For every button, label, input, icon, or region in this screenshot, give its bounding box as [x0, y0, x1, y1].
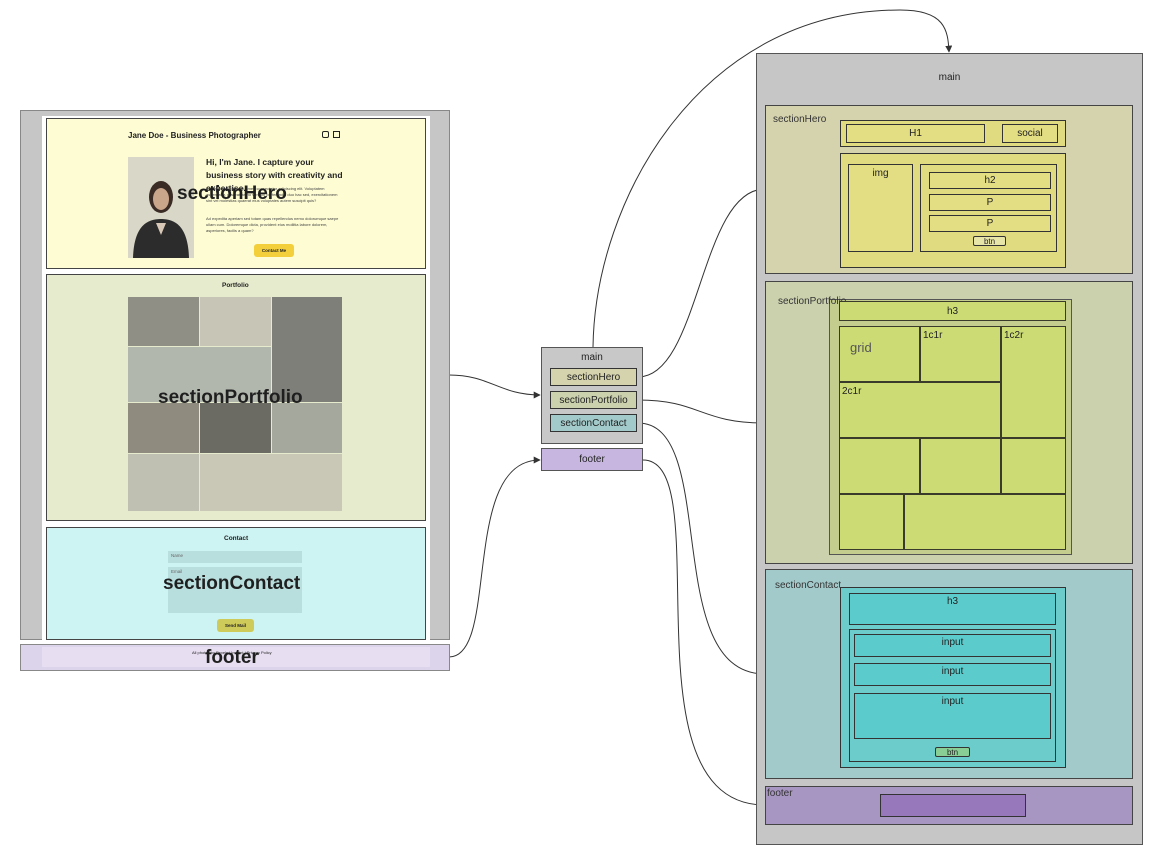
contact-me-button[interactable]: Contact Me — [254, 244, 294, 257]
portfolio-photo — [128, 454, 199, 511]
contact-heading: Contact — [224, 535, 249, 542]
grid-cell-label: 1c1r — [923, 330, 943, 341]
portfolio-photo — [200, 403, 271, 453]
contact-btn-box: btn — [935, 747, 970, 757]
contact-overlay-label: sectionContact — [163, 573, 301, 594]
arrow-footer-to-right-footer — [642, 459, 766, 809]
grid-cell-1c2r: 1c2r — [1001, 326, 1066, 438]
hero-img-label: img — [872, 168, 889, 179]
grid-cell-1c1r: 1c1r — [920, 326, 1001, 382]
portfolio-h3-box: h3 — [839, 301, 1066, 321]
hero-p1-box: P — [929, 194, 1051, 211]
hero-overlay-label: sectionHero — [177, 183, 287, 204]
grid-label: grid — [850, 340, 872, 355]
grid-cell — [839, 438, 920, 494]
portfolio-overlay-label: sectionPortfolio — [158, 387, 303, 408]
middle-section-hero: sectionHero — [550, 368, 637, 386]
right-contact-label: sectionContact — [775, 580, 842, 591]
grid-cell-label: 1c2r — [1004, 330, 1024, 341]
portfolio-photo — [200, 454, 342, 511]
grid-cell — [1001, 438, 1066, 494]
arrow-hero-to-right-hero — [637, 185, 766, 378]
portfolio-photo — [272, 403, 342, 453]
contact-h3-label: h3 — [946, 596, 959, 607]
contact-input-box: input — [854, 634, 1051, 657]
contact-input-box: input — [854, 693, 1051, 739]
input-label: input — [941, 666, 964, 677]
send-mail-button[interactable]: Send Mail — [217, 619, 254, 632]
grid-cell-label: 2c1r — [842, 386, 862, 397]
right-footer-inner — [880, 794, 1026, 817]
contact-h3-box: h3 — [849, 593, 1056, 625]
middle-section-portfolio: sectionPortfolio — [550, 391, 637, 409]
portfolio-photo — [200, 297, 271, 346]
footer-overlay-label: footer — [205, 647, 259, 668]
portfolio-photo — [128, 403, 199, 453]
hero-img-box: img — [848, 164, 913, 252]
middle-footer: footer — [541, 448, 643, 471]
grid-cell — [904, 494, 1066, 550]
input-label: input — [941, 696, 964, 707]
arrow-contact-to-right-contact — [637, 422, 766, 678]
arrow-footer-to-footer — [448, 456, 541, 658]
linkedin-icon[interactable] — [333, 131, 340, 138]
right-portfolio-label: sectionPortfolio — [778, 296, 847, 307]
grid-cell — [839, 494, 904, 550]
instagram-icon[interactable] — [322, 131, 329, 138]
portrait-photo — [128, 157, 194, 258]
name-input-mock[interactable]: Name — [168, 551, 302, 563]
hero-paragraph-2: Ad expedita aperiam sed totam quas repel… — [206, 216, 339, 233]
grid-cell — [920, 438, 1001, 494]
grid-cell: grid — [839, 326, 920, 382]
right-footer-label: footer — [767, 788, 793, 799]
portfolio-photo — [128, 297, 199, 346]
contact-input-box: input — [854, 663, 1051, 686]
hero-p2-box: P — [929, 215, 1051, 232]
middle-section-contact: sectionContact — [550, 414, 637, 432]
grid-cell-2c1r: 2c1r — [839, 382, 1001, 438]
right-main-label: main — [938, 72, 961, 83]
hero-h2-box: h2 — [929, 172, 1051, 189]
arrow-portfolio-to-right-portfolio — [637, 399, 766, 427]
hero-h1-box: H1 — [846, 124, 985, 143]
input-label: input — [941, 637, 964, 648]
arrow-portfolio-to-main — [448, 374, 541, 399]
site-title: Jane Doe - Business Photographer — [128, 131, 261, 140]
right-hero-label: sectionHero — [773, 114, 827, 125]
middle-main-title: main — [581, 352, 603, 363]
hero-social-box: social — [1002, 124, 1058, 143]
hero-btn-box: btn — [973, 236, 1006, 246]
portfolio-heading: Portfolio — [222, 282, 249, 289]
portrait-graphic — [128, 157, 194, 258]
